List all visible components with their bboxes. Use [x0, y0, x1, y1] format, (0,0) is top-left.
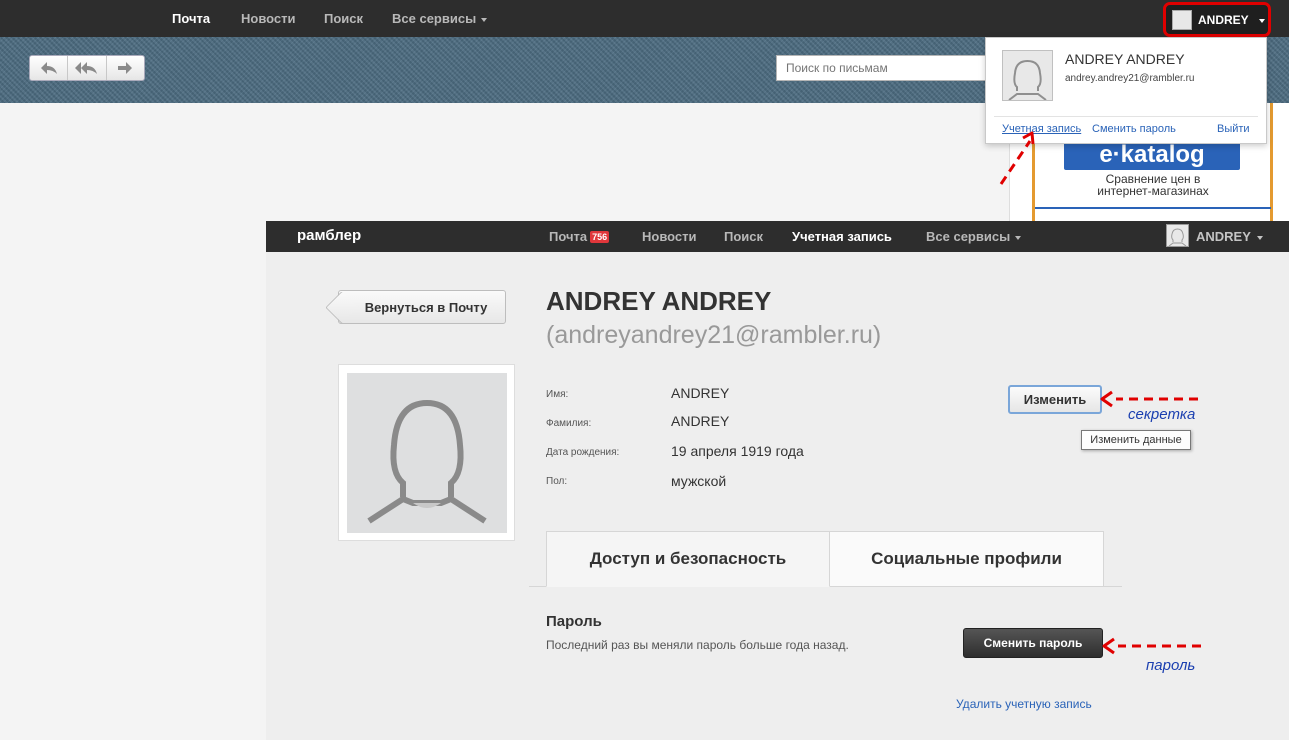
avatar-placeholder-icon — [347, 373, 507, 533]
nav-all-services[interactable]: Все сервисы — [392, 11, 488, 26]
divider — [994, 116, 1258, 117]
mail-toolbar-buttons — [29, 55, 145, 81]
account-email: (andreyandrey21@rambler.ru) — [546, 321, 882, 349]
edit-button[interactable]: Изменить — [1008, 385, 1102, 414]
ad-logo[interactable]: e·katalog — [1064, 140, 1240, 170]
profile-photo[interactable] — [338, 364, 515, 541]
delete-account-link[interactable]: Удалить учетную запись — [956, 697, 1092, 711]
tab-social-profiles[interactable]: Социальные профили — [830, 531, 1104, 587]
account-link[interactable]: Учетная запись — [1002, 123, 1081, 135]
ad-text: Сравнение цен в интернет-магазинах — [1034, 173, 1272, 197]
account-full-name: ANDREY ANDREY — [546, 286, 772, 316]
nav-search[interactable]: Поиск — [324, 11, 363, 26]
ad-text-line2: интернет-магазинах — [1097, 184, 1209, 198]
user-dropdown: ANDREY ANDREY andrey.andrey21@rambler.ru… — [985, 37, 1267, 144]
forward-icon[interactable] — [107, 56, 144, 80]
user-menu-button[interactable]: ANDREY — [1163, 2, 1271, 37]
gender-value: мужской — [671, 473, 727, 489]
user-name: ANDREY — [1198, 13, 1249, 27]
gender-label: Пол: — [546, 476, 568, 487]
reply-all-icon[interactable] — [68, 56, 107, 80]
dropdown-user-email: andrey.andrey21@rambler.ru — [1065, 73, 1195, 84]
last-name-label: Фамилия: — [546, 418, 592, 429]
brand-logo[interactable]: рамблер — [297, 227, 361, 244]
password-section-title: Пароль — [546, 613, 602, 630]
chevron-down-icon — [1256, 235, 1263, 240]
birth-date-label: Дата рождения: — [546, 447, 620, 458]
edit-tooltip: Изменить данные — [1081, 430, 1191, 450]
avatar-icon[interactable] — [1166, 224, 1189, 247]
avatar-icon — [1172, 10, 1192, 30]
mail-count-badge: 756 — [590, 231, 610, 243]
chevron-down-icon — [481, 17, 488, 22]
account-top-nav: рамблер Почта 756 Новости Поиск Учетная з… — [266, 221, 1289, 252]
chevron-down-icon — [1015, 235, 1022, 240]
nav-mail[interactable]: Почта — [172, 11, 210, 26]
ad-divider — [1035, 207, 1271, 209]
nav-news[interactable]: Новости — [642, 229, 697, 244]
dropdown-user-name: ANDREY ANDREY — [1065, 51, 1185, 67]
nav-mail[interactable]: Почта 756 — [549, 229, 610, 244]
tab-access-security[interactable]: Доступ и безопасность — [546, 531, 830, 587]
nav-all-services-label: Все сервисы — [926, 229, 1011, 244]
nav-mail-label: Почта — [549, 229, 588, 244]
mail-search-input[interactable] — [776, 55, 991, 81]
chevron-down-icon — [1259, 19, 1265, 23]
avatar — [1002, 50, 1053, 101]
change-password-link[interactable]: Сменить пароль — [1092, 123, 1176, 135]
annotation-secret: секретка — [1128, 406, 1196, 423]
change-password-button[interactable]: Сменить пароль — [963, 628, 1103, 658]
back-to-mail-button[interactable]: Вернуться в Почту — [338, 290, 506, 324]
birth-date-value: 19 апреля 1919 года — [671, 443, 804, 459]
reply-icon[interactable] — [30, 56, 69, 80]
nav-all-services[interactable]: Все сервисы — [926, 229, 1022, 244]
user-name: ANDREY — [1196, 229, 1251, 244]
account-page: рамблер Почта 756 Новости Поиск Учетная з… — [266, 221, 1289, 740]
nav-all-services-label: Все сервисы — [392, 11, 477, 26]
annotation-password: пароль — [1146, 657, 1196, 674]
nav-news[interactable]: Новости — [241, 11, 296, 26]
password-section-desc: Последний раз вы меняли пароль больше го… — [546, 638, 849, 652]
mail-top-nav: Почта Новости Поиск Все сервисы ANDREY — [0, 0, 1289, 37]
nav-account[interactable]: Учетная запись — [792, 229, 892, 244]
last-name-value: ANDREY — [671, 413, 730, 429]
nav-search[interactable]: Поиск — [724, 229, 763, 244]
logout-link[interactable]: Выйти — [1217, 123, 1250, 135]
first-name-value: ANDREY — [671, 385, 730, 401]
first-name-label: Имя: — [546, 389, 569, 400]
user-menu-button[interactable]: ANDREY — [1196, 229, 1263, 244]
